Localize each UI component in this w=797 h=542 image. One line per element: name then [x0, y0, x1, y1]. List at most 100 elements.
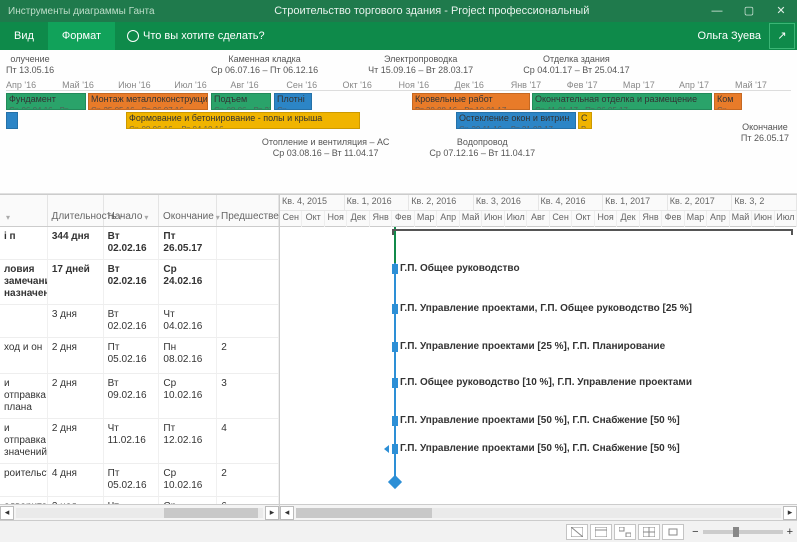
view-sheet-button[interactable]: [638, 524, 660, 540]
gantt-scroll-track[interactable]: [296, 508, 781, 518]
zoom-control: − +: [692, 526, 793, 538]
timeline-bar[interactable]: ФундаментСр 06.04.16 - Вт: [6, 93, 86, 110]
timeline-bar[interactable]: Формование и бетонирование - полы и крыш…: [126, 112, 360, 129]
lightbulb-icon: [127, 30, 139, 42]
grid-scroll-track[interactable]: [16, 508, 263, 518]
timeline-bar[interactable]: ПлотніСр: [274, 93, 312, 110]
split-view: ▾ Длительность▾ Начало▾ Окончание▾ Предш…: [0, 194, 797, 504]
maximize-button[interactable]: ▢: [733, 0, 765, 22]
timeline-month: Фев '17: [567, 80, 623, 90]
tab-view[interactable]: Вид: [0, 22, 48, 50]
gantt-month: Фев: [392, 211, 414, 227]
timeline-month: Май '16: [62, 80, 118, 90]
gantt-quarter: Кв. 2, 2017: [668, 195, 733, 210]
timeline-bar[interactable]: ПодъемСр 08.06 - Вт 27.06.16: [211, 93, 271, 110]
table-row[interactable]: едваритель крыла2 нед.Чт 11.02.16Ср 24.0…: [0, 497, 279, 504]
ribbon: Вид Формат Что вы хотите сделать? Ольга …: [0, 22, 797, 50]
timeline-bar[interactable]: Монтаж металлоконструкцийСр 25.05.16 - В…: [88, 93, 208, 110]
gantt-task-bar[interactable]: [392, 378, 398, 388]
gantt-month: Сен: [280, 211, 302, 227]
timeline-callout: ЭлектропроводкаЧт 15.09.16 – Вт 28.03.17: [368, 54, 473, 76]
gantt-quarter: Кв. 1, 2016: [345, 195, 410, 210]
gantt-chart: Кв. 4, 2015Кв. 1, 2016Кв. 2, 2016Кв. 3, …: [280, 195, 797, 504]
col-name[interactable]: ▾: [0, 195, 48, 226]
gantt-month: Июл: [775, 211, 797, 227]
timeline-bar[interactable]: СВ: [578, 112, 592, 129]
share-button[interactable]: ↗: [769, 23, 795, 49]
view-calendar-button[interactable]: [590, 524, 612, 540]
gantt-task-bar[interactable]: [392, 304, 398, 314]
timeline-bar[interactable]: Кровельные работВт 30.08.16 - Вт 10.01.1…: [412, 93, 530, 110]
timeline-month: Июн '16: [118, 80, 174, 90]
timeline-month: Апр '17: [679, 80, 735, 90]
view-report-button[interactable]: [662, 524, 684, 540]
grid-scroll-right[interactable]: ▸: [265, 506, 279, 520]
gantt-task-bar[interactable]: [392, 264, 398, 274]
timeline-axis: Апр '16Май '16Июн '16Июл '16Авг '16Сен '…: [6, 80, 791, 91]
gantt-month: Янв: [370, 211, 392, 227]
timeline-callout: Отопление и вентиляция – АССр 03.08.16 –…: [262, 137, 390, 159]
grid-scroll-left[interactable]: ◂: [0, 506, 14, 520]
timeline-month: Сен '16: [286, 80, 342, 90]
timeline-callout: Каменная кладкаСр 06.07.16 – Пт 06.12.16: [211, 54, 318, 76]
gantt-scroll-left[interactable]: ◂: [280, 506, 294, 520]
minimize-button[interactable]: —: [701, 0, 733, 22]
timeline-month: Апр '16: [6, 80, 62, 90]
col-predecessors[interactable]: Предшественни: [217, 195, 279, 226]
gantt-task-label: Г.П. Управление проектами [50 %], Г.П. С…: [400, 415, 680, 426]
close-button[interactable]: ✕: [765, 0, 797, 22]
gantt-task-bar[interactable]: [392, 342, 398, 352]
tab-format[interactable]: Формат: [48, 22, 115, 50]
user-name[interactable]: Ольга Зуева: [697, 30, 769, 42]
gantt-month: Апр: [437, 211, 459, 227]
table-row[interactable]: роительств4 дняПт 05.02.16Ср 10.02.162: [0, 464, 279, 497]
timeline-start-label: олучениеПт 13.05.16: [6, 54, 54, 76]
table-row[interactable]: 3 дняВт 02.02.16Чт 04.02.16: [0, 305, 279, 338]
view-gantt-button[interactable]: [566, 524, 588, 540]
gantt-link-arrow: [384, 445, 389, 453]
gantt-month: Дек: [347, 211, 369, 227]
view-network-button[interactable]: [614, 524, 636, 540]
gantt-month: Апр: [707, 211, 729, 227]
timeline-month: Окт '16: [342, 80, 398, 90]
gantt-quarter: Кв. 3, 2: [732, 195, 797, 210]
gantt-milestone[interactable]: [388, 475, 402, 489]
gantt-month: Июн: [752, 211, 774, 227]
timeline-panel: олучениеПт 13.05.16 Каменная кладкаСр 06…: [0, 50, 797, 194]
status-bar: − +: [0, 520, 797, 542]
gantt-task-label: Г.П. Общее руководство: [400, 263, 520, 274]
gantt-task-bar[interactable]: [392, 416, 398, 426]
timeline-month: Авг '16: [230, 80, 286, 90]
table-row[interactable]: и отправка значений2 дняЧт 11.02.16Пт 12…: [0, 419, 279, 464]
timeline-bar[interactable]: КомСр: [714, 93, 742, 110]
timeline-bar[interactable]: Остекление окон и витринСр 30.11.16 – Вт…: [456, 112, 576, 129]
col-start[interactable]: Начало▾: [104, 195, 159, 226]
zoom-in-button[interactable]: +: [787, 526, 793, 538]
col-duration[interactable]: Длительность▾: [48, 195, 104, 226]
zoom-slider[interactable]: [703, 530, 783, 534]
task-grid: ▾ Длительность▾ Начало▾ Окончание▾ Предш…: [0, 195, 280, 504]
gantt-tools-label: Инструменты диаграммы Ганта: [0, 6, 163, 17]
timeline-end-label: ОкончаниеПт 26.05.17: [741, 122, 789, 144]
gantt-task-label: Г.П. Управление проектами [50 %], Г.П. С…: [400, 443, 680, 454]
tell-me-label: Что вы хотите сделать?: [143, 30, 265, 42]
gantt-month: Окт: [572, 211, 594, 227]
timeline-callout: Отделка зданияСр 04.01.17 – Вт 25.04.17: [523, 54, 629, 76]
col-finish[interactable]: Окончание▾: [159, 195, 217, 226]
tell-me-search[interactable]: Что вы хотите сделать?: [115, 30, 265, 42]
grid-header: ▾ Длительность▾ Начало▾ Окончание▾ Предш…: [0, 195, 279, 227]
gantt-month: Ноя: [595, 211, 617, 227]
timeline-month: Дек '16: [455, 80, 511, 90]
timeline-bar[interactable]: Окончательная отделка и размещениеСр 11.…: [532, 93, 712, 110]
gantt-chart-area[interactable]: Г.П. Общее руководство Г.П. Управление пр…: [280, 227, 797, 485]
table-row[interactable]: ход и он2 дняПт 05.02.16Пн 08.02.162: [0, 338, 279, 374]
zoom-out-button[interactable]: −: [692, 526, 698, 538]
gantt-scroll-right[interactable]: ▸: [783, 506, 797, 520]
gantt-task-bar[interactable]: [392, 444, 398, 454]
app-title: Строительство торгового здания - Project…: [163, 5, 701, 17]
table-row[interactable]: и отправка плана2 дняВт 09.02.16Ср 10.02…: [0, 374, 279, 419]
table-row[interactable]: ловия замечание назначение17 днейВт 02.0…: [0, 260, 279, 305]
gantt-summary-bar: [392, 229, 793, 235]
table-row[interactable]: і п344 дняВт 02.02.16Пт 26.05.17: [0, 227, 279, 260]
gantt-quarter: Кв. 1, 2017: [603, 195, 668, 210]
